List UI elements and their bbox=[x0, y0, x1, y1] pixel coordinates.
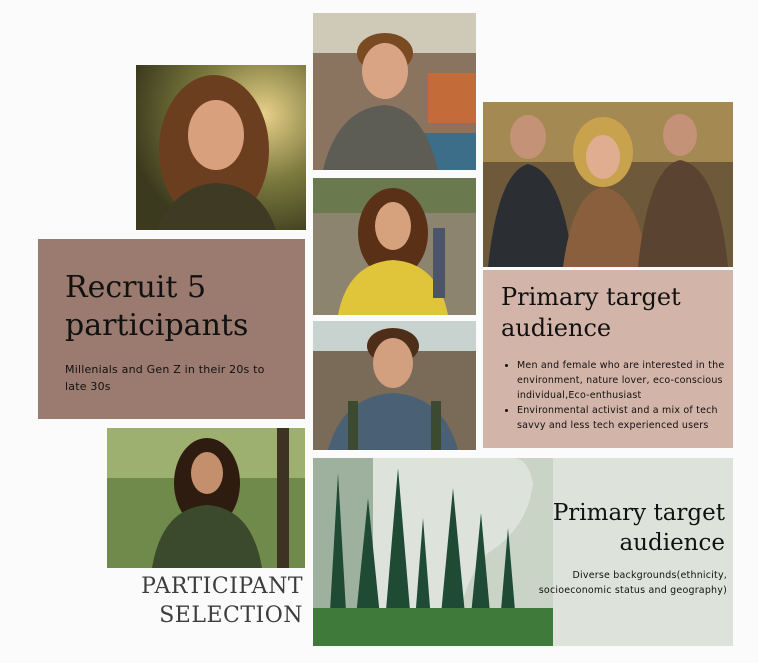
target-audience-list: Men and female who are interested in the… bbox=[501, 358, 742, 433]
photo-woman-forest bbox=[136, 65, 306, 230]
forest-audience-description: Diverse backgrounds(ethnicity, socioecon… bbox=[538, 570, 727, 596]
forest-silhouette-image bbox=[313, 458, 553, 646]
photo-boy-classroom bbox=[313, 13, 476, 170]
forest-audience-card: Primary target audience Diverse backgrou… bbox=[313, 458, 733, 646]
recruit-title: Recruit 5 participants bbox=[65, 270, 249, 343]
target-audience-card: Primary target audience Men and female w… bbox=[483, 270, 733, 448]
recruit-subtitle: Millenials and Gen Z in their 20s to lat… bbox=[65, 363, 265, 393]
list-item: Environmental activist and a mix of tech… bbox=[517, 403, 742, 433]
list-item: Men and female who are interested in the… bbox=[517, 358, 742, 403]
participant-selection-title: PARTICIPANT SELECTION bbox=[141, 574, 303, 628]
recruit-card: Recruit 5 participants Millenials and Ge… bbox=[38, 239, 305, 419]
photo-boy-lecture-hall bbox=[313, 321, 476, 450]
photo-group-phones bbox=[483, 102, 733, 267]
forest-audience-title: Primary target audience bbox=[552, 500, 725, 556]
target-audience-title: Primary target audience bbox=[501, 283, 681, 342]
photo-woman-yellow bbox=[313, 178, 476, 315]
photo-woman-park bbox=[107, 428, 305, 568]
